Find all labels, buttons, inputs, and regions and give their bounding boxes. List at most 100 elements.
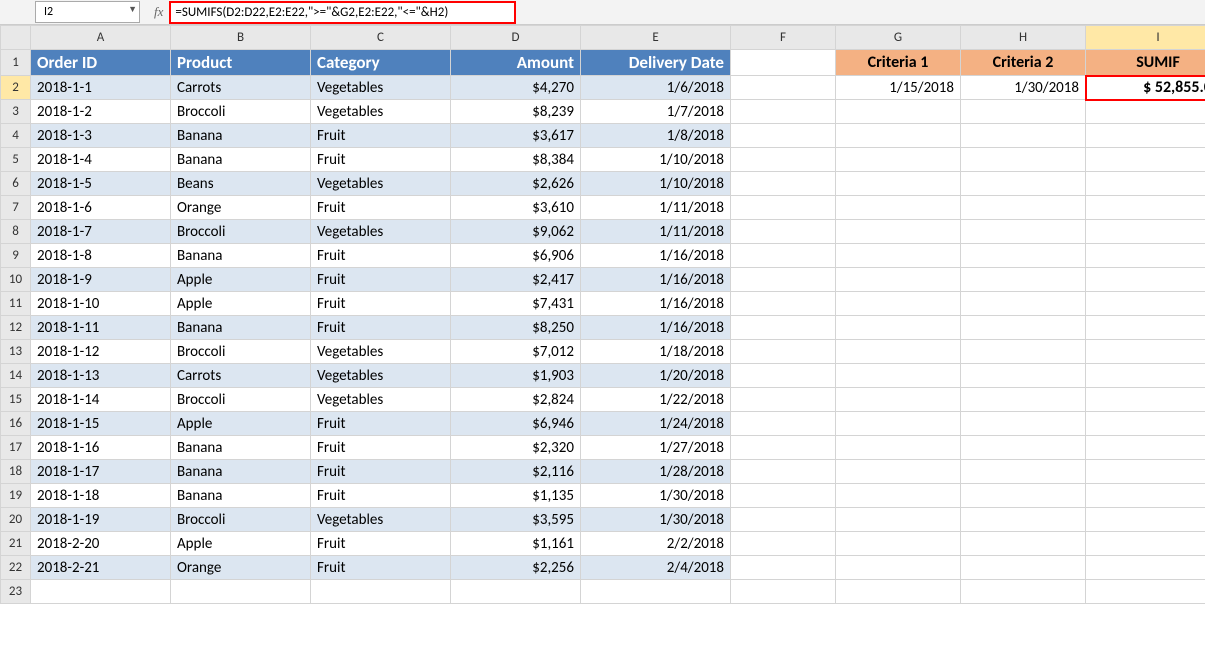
cell-A17[interactable]: 2018-1-16 bbox=[31, 436, 171, 460]
cell-A4[interactable]: 2018-1-3 bbox=[31, 124, 171, 148]
cell-G8[interactable] bbox=[836, 220, 961, 244]
column-header-C[interactable]: C bbox=[311, 26, 451, 50]
row-header-21[interactable]: 21 bbox=[1, 532, 31, 556]
cell-C23[interactable] bbox=[311, 580, 451, 604]
cell-F8[interactable] bbox=[731, 220, 836, 244]
cell-C20[interactable]: Vegetables bbox=[311, 508, 451, 532]
cell-H3[interactable] bbox=[961, 100, 1086, 124]
cell-C1[interactable]: Category bbox=[311, 50, 451, 76]
cell-G12[interactable] bbox=[836, 316, 961, 340]
cell-I23[interactable] bbox=[1086, 580, 1205, 604]
cell-A22[interactable]: 2018-2-21 bbox=[31, 556, 171, 580]
formula-input[interactable]: =SUMIFS(D2:D22,E2:E22,">="&G2,E2:E22,"<=… bbox=[169, 1, 516, 24]
row-header-1[interactable]: 1 bbox=[1, 50, 31, 76]
cell-B13[interactable]: Broccoli bbox=[171, 340, 311, 364]
cell-F21[interactable] bbox=[731, 532, 836, 556]
cell-H1[interactable]: Criteria 2 bbox=[961, 50, 1086, 76]
cell-B5[interactable]: Banana bbox=[171, 148, 311, 172]
cell-C14[interactable]: Vegetables bbox=[311, 364, 451, 388]
cell-H22[interactable] bbox=[961, 556, 1086, 580]
cell-E6[interactable]: 1/10/2018 bbox=[581, 172, 731, 196]
cell-G7[interactable] bbox=[836, 196, 961, 220]
row-header-11[interactable]: 11 bbox=[1, 292, 31, 316]
cell-G22[interactable] bbox=[836, 556, 961, 580]
cell-E19[interactable]: 1/30/2018 bbox=[581, 484, 731, 508]
cell-G16[interactable] bbox=[836, 412, 961, 436]
cell-I2[interactable]: $ 52,855.00 bbox=[1086, 76, 1205, 100]
cell-E8[interactable]: 1/11/2018 bbox=[581, 220, 731, 244]
cell-C9[interactable]: Fruit bbox=[311, 244, 451, 268]
column-header-H[interactable]: H bbox=[961, 26, 1086, 50]
cell-D11[interactable]: $7,431 bbox=[451, 292, 581, 316]
cell-D6[interactable]: $2,626 bbox=[451, 172, 581, 196]
cell-A18[interactable]: 2018-1-17 bbox=[31, 460, 171, 484]
cell-I6[interactable] bbox=[1086, 172, 1205, 196]
cell-G5[interactable] bbox=[836, 148, 961, 172]
cell-F12[interactable] bbox=[731, 316, 836, 340]
spreadsheet-grid[interactable]: ABCDEFGHI 1Order IDProductCategoryAmount… bbox=[0, 25, 1205, 604]
cell-C6[interactable]: Vegetables bbox=[311, 172, 451, 196]
cell-B9[interactable]: Banana bbox=[171, 244, 311, 268]
name-box-dropdown-icon[interactable]: ▼ bbox=[128, 4, 137, 15]
cell-I14[interactable] bbox=[1086, 364, 1205, 388]
cell-C3[interactable]: Vegetables bbox=[311, 100, 451, 124]
cell-B19[interactable]: Banana bbox=[171, 484, 311, 508]
cell-A3[interactable]: 2018-1-2 bbox=[31, 100, 171, 124]
row-header-6[interactable]: 6 bbox=[1, 172, 31, 196]
cell-H6[interactable] bbox=[961, 172, 1086, 196]
row-header-4[interactable]: 4 bbox=[1, 124, 31, 148]
cell-H12[interactable] bbox=[961, 316, 1086, 340]
cell-I8[interactable] bbox=[1086, 220, 1205, 244]
cell-A10[interactable]: 2018-1-9 bbox=[31, 268, 171, 292]
cell-G1[interactable]: Criteria 1 bbox=[836, 50, 961, 76]
cell-A7[interactable]: 2018-1-6 bbox=[31, 196, 171, 220]
cell-F17[interactable] bbox=[731, 436, 836, 460]
cell-C21[interactable]: Fruit bbox=[311, 532, 451, 556]
cell-C17[interactable]: Fruit bbox=[311, 436, 451, 460]
cell-B1[interactable]: Product bbox=[171, 50, 311, 76]
row-header-3[interactable]: 3 bbox=[1, 100, 31, 124]
cell-E5[interactable]: 1/10/2018 bbox=[581, 148, 731, 172]
cell-E1[interactable]: Delivery Date bbox=[581, 50, 731, 76]
cell-F23[interactable] bbox=[731, 580, 836, 604]
cell-F19[interactable] bbox=[731, 484, 836, 508]
cell-I19[interactable] bbox=[1086, 484, 1205, 508]
cell-E7[interactable]: 1/11/2018 bbox=[581, 196, 731, 220]
cell-I21[interactable] bbox=[1086, 532, 1205, 556]
cell-B14[interactable]: Carrots bbox=[171, 364, 311, 388]
cell-B22[interactable]: Orange bbox=[171, 556, 311, 580]
cell-B2[interactable]: Carrots bbox=[171, 76, 311, 100]
cell-C16[interactable]: Fruit bbox=[311, 412, 451, 436]
cell-A12[interactable]: 2018-1-11 bbox=[31, 316, 171, 340]
cell-I7[interactable] bbox=[1086, 196, 1205, 220]
cell-D2[interactable]: $4,270 bbox=[451, 76, 581, 100]
cell-F11[interactable] bbox=[731, 292, 836, 316]
cell-C4[interactable]: Fruit bbox=[311, 124, 451, 148]
cell-C19[interactable]: Fruit bbox=[311, 484, 451, 508]
cell-B18[interactable]: Banana bbox=[171, 460, 311, 484]
cell-H8[interactable] bbox=[961, 220, 1086, 244]
column-header-G[interactable]: G bbox=[836, 26, 961, 50]
cell-E21[interactable]: 2/2/2018 bbox=[581, 532, 731, 556]
row-header-5[interactable]: 5 bbox=[1, 148, 31, 172]
cell-G6[interactable] bbox=[836, 172, 961, 196]
cell-F1[interactable] bbox=[731, 50, 836, 76]
select-all-corner[interactable] bbox=[1, 26, 31, 50]
cell-G23[interactable] bbox=[836, 580, 961, 604]
cell-H19[interactable] bbox=[961, 484, 1086, 508]
cell-D17[interactable]: $2,320 bbox=[451, 436, 581, 460]
row-header-7[interactable]: 7 bbox=[1, 196, 31, 220]
cell-D5[interactable]: $8,384 bbox=[451, 148, 581, 172]
cell-H4[interactable] bbox=[961, 124, 1086, 148]
cell-B3[interactable]: Broccoli bbox=[171, 100, 311, 124]
cell-I20[interactable] bbox=[1086, 508, 1205, 532]
cell-A19[interactable]: 2018-1-18 bbox=[31, 484, 171, 508]
cell-F13[interactable] bbox=[731, 340, 836, 364]
cell-B4[interactable]: Banana bbox=[171, 124, 311, 148]
cell-C22[interactable]: Fruit bbox=[311, 556, 451, 580]
cell-G3[interactable] bbox=[836, 100, 961, 124]
cell-G11[interactable] bbox=[836, 292, 961, 316]
cell-I11[interactable] bbox=[1086, 292, 1205, 316]
cell-C18[interactable]: Fruit bbox=[311, 460, 451, 484]
cell-F7[interactable] bbox=[731, 196, 836, 220]
